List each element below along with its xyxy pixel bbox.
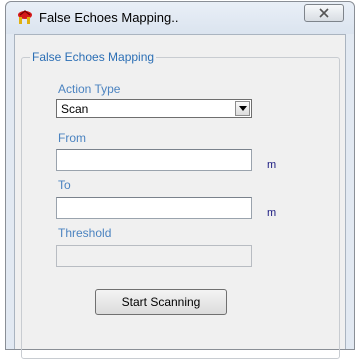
window-title: False Echoes Mapping.. (39, 10, 179, 25)
to-input[interactable] (56, 197, 252, 219)
close-button[interactable] (304, 4, 344, 22)
threshold-label: Threshold (58, 226, 112, 240)
action-type-select[interactable]: Scan (56, 99, 252, 118)
from-input[interactable] (56, 149, 252, 171)
from-label: From (58, 131, 86, 145)
dropdown-button[interactable] (235, 101, 250, 116)
dialog-window: False Echoes Mapping.. False Echoes Mapp… (5, 1, 355, 359)
app-icon (16, 10, 34, 26)
dialog-client-area: False Echoes Mapping Action Type Scan Fr… (14, 34, 346, 359)
chevron-down-icon (238, 106, 247, 111)
to-label: To (58, 178, 71, 192)
title-bar[interactable]: False Echoes Mapping.. (6, 2, 354, 34)
threshold-input (56, 245, 252, 267)
action-type-label: Action Type (58, 82, 121, 96)
group-title: False Echoes Mapping (30, 50, 157, 64)
start-scanning-button[interactable]: Start Scanning (95, 289, 227, 315)
close-icon (319, 8, 329, 18)
from-unit: m (267, 159, 277, 171)
to-unit: m (267, 207, 277, 219)
action-type-value: Scan (61, 102, 89, 116)
